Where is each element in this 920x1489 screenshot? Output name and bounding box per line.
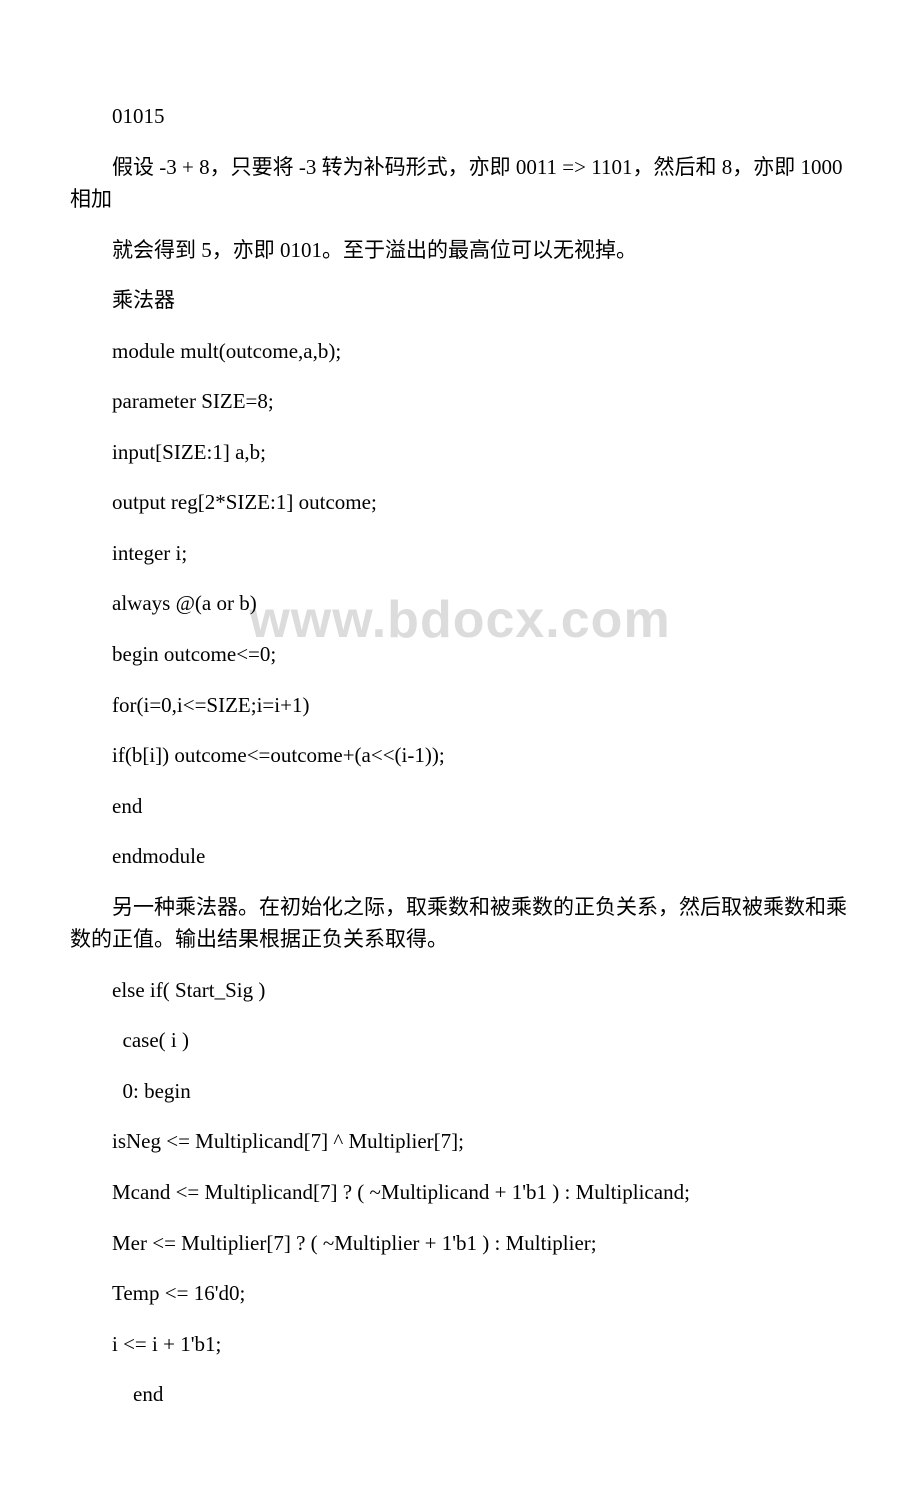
paragraph: end [70, 790, 850, 823]
paragraph: 就会得到 5，亦即 0101。至于溢出的最高位可以无视掉。 [70, 234, 850, 267]
paragraph: 另一种乘法器。在初始化之际，取乘数和被乘数的正负关系，然后取被乘数和乘数的正值。… [70, 891, 850, 956]
paragraph: 01015 [70, 100, 850, 133]
paragraph: end [70, 1378, 850, 1411]
paragraph: Mcand <= Multiplicand[7] ? ( ~Multiplica… [70, 1176, 850, 1209]
document-content: 01015 假设 -3 + 8，只要将 -3 转为补码形式，亦即 0011 => … [70, 100, 850, 1411]
paragraph: 0: begin [70, 1075, 850, 1108]
paragraph: begin outcome<=0; [70, 638, 850, 671]
paragraph: module mult(outcome,a,b); [70, 335, 850, 368]
paragraph: if(b[i]) outcome<=outcome+(a<<(i-1)); [70, 739, 850, 772]
paragraph: parameter SIZE=8; [70, 385, 850, 418]
paragraph: endmodule [70, 840, 850, 873]
paragraph: Temp <= 16'd0; [70, 1277, 850, 1310]
document-page: www.bdocx.com 01015假设 -3 + 8，只要将 -3 转为补码… [0, 0, 920, 1489]
paragraph: output reg[2*SIZE:1] outcome; [70, 486, 850, 519]
paragraph: integer i; [70, 537, 850, 570]
paragraph: 假设 -3 + 8，只要将 -3 转为补码形式，亦即 0011 => 1101，… [70, 151, 850, 216]
paragraph: for(i=0,i<=SIZE;i=i+1) [70, 689, 850, 722]
paragraph: case( i ) [70, 1024, 850, 1057]
paragraph: i <= i + 1'b1; [70, 1328, 850, 1361]
paragraph: 乘法器 [70, 284, 850, 317]
paragraph: input[SIZE:1] a,b; [70, 436, 850, 469]
paragraph: always @(a or b) [70, 587, 850, 620]
paragraph: else if( Start_Sig ) [70, 974, 850, 1007]
paragraph: Mer <= Multiplier[7] ? ( ~Multiplier + 1… [70, 1227, 850, 1260]
paragraph: isNeg <= Multiplicand[7] ^ Multiplier[7]… [70, 1125, 850, 1158]
